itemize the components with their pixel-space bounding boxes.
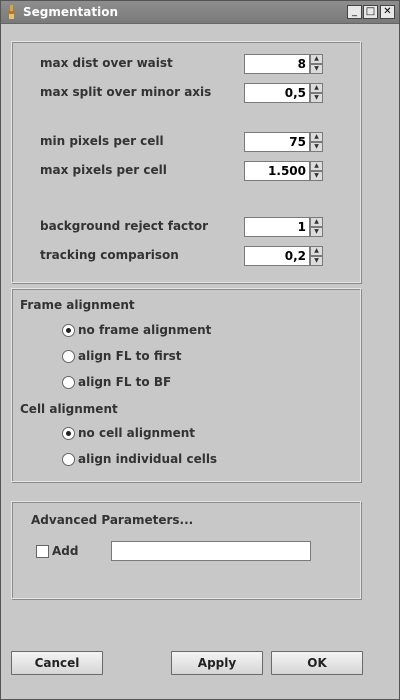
align-fl-to-bf-radio[interactable] [62, 376, 75, 389]
alignment-panel: Frame alignment no frame alignment align… [11, 288, 361, 482]
align-fl-to-first-label[interactable]: align FL to first [78, 349, 182, 363]
spinner-down-icon[interactable]: ▼ [310, 256, 323, 266]
spinner-down-icon[interactable]: ▼ [310, 64, 323, 74]
advanced-parameters-title[interactable]: Advanced Parameters... [31, 513, 193, 527]
spinner-up-icon[interactable]: ▲ [310, 83, 323, 93]
ok-button[interactable]: OK [271, 651, 363, 675]
min-pixels-per-cell-spinner[interactable]: ▲ ▼ [244, 132, 324, 152]
maximize-icon: □ [365, 6, 376, 17]
spinner-down-icon[interactable]: ▼ [310, 93, 323, 103]
no-frame-alignment-label[interactable]: no frame alignment [78, 323, 211, 337]
align-individual-cells-label[interactable]: align individual cells [78, 452, 217, 466]
align-fl-to-first-radio[interactable] [62, 350, 75, 363]
min-pixels-per-cell-input[interactable] [244, 132, 310, 152]
add-label[interactable]: Add [52, 544, 78, 558]
background-reject-factor-input[interactable] [244, 217, 310, 237]
maximize-button[interactable]: □ [363, 5, 378, 19]
tracking-comparison-spinner[interactable]: ▲ ▼ [244, 246, 324, 266]
cancel-button[interactable]: Cancel [11, 651, 103, 675]
apply-button[interactable]: Apply [171, 651, 263, 675]
add-parameter-input[interactable] [111, 541, 311, 561]
spinner-down-icon[interactable]: ▼ [310, 142, 323, 152]
add-checkbox[interactable] [36, 545, 49, 558]
close-button[interactable]: ✕ [380, 5, 395, 19]
frame-alignment-title: Frame alignment [20, 298, 135, 312]
app-icon [8, 5, 15, 19]
param-label-max-split-over-minor-axis: max split over minor axis [40, 85, 212, 99]
tracking-comparison-input[interactable] [244, 246, 310, 266]
spinner-up-icon[interactable]: ▲ [310, 217, 323, 227]
minimize-icon: _ [352, 6, 357, 17]
spinner-up-icon[interactable]: ▲ [310, 161, 323, 171]
param-label-tracking-comparison: tracking comparison [40, 248, 179, 262]
spinner-down-icon[interactable]: ▼ [310, 171, 323, 181]
max-dist-over-waist-input[interactable] [244, 54, 310, 74]
advanced-panel: Advanced Parameters... Add [11, 501, 361, 599]
parameters-panel: max dist over waist ▲ ▼ max split over m… [11, 41, 361, 283]
max-dist-over-waist-spinner[interactable]: ▲ ▼ [244, 54, 324, 74]
max-split-over-minor-axis-input[interactable] [244, 83, 310, 103]
spinner-down-icon[interactable]: ▼ [310, 227, 323, 237]
title-bar[interactable]: Segmentation _ □ ✕ [1, 1, 399, 24]
segmentation-window: Segmentation _ □ ✕ max dist over waist ▲… [0, 0, 400, 700]
param-label-min-pixels-per-cell: min pixels per cell [40, 134, 164, 148]
background-reject-factor-spinner[interactable]: ▲ ▼ [244, 217, 324, 237]
param-label-background-reject-factor: background reject factor [40, 219, 209, 233]
param-label-max-pixels-per-cell: max pixels per cell [40, 163, 167, 177]
spinner-up-icon[interactable]: ▲ [310, 132, 323, 142]
align-fl-to-bf-label[interactable]: align FL to BF [78, 375, 171, 389]
spinner-up-icon[interactable]: ▲ [310, 54, 323, 64]
no-frame-alignment-radio[interactable] [62, 324, 75, 337]
spinner-up-icon[interactable]: ▲ [310, 246, 323, 256]
no-cell-alignment-label[interactable]: no cell alignment [78, 426, 195, 440]
max-split-over-minor-axis-spinner[interactable]: ▲ ▼ [244, 83, 324, 103]
param-label-max-dist-over-waist: max dist over waist [40, 56, 173, 70]
no-cell-alignment-radio[interactable] [62, 427, 75, 440]
close-icon: ✕ [383, 6, 392, 17]
minimize-button[interactable]: _ [347, 5, 362, 19]
align-individual-cells-radio[interactable] [62, 453, 75, 466]
max-pixels-per-cell-input[interactable] [244, 161, 310, 181]
window-title: Segmentation [23, 5, 119, 19]
max-pixels-per-cell-spinner[interactable]: ▲ ▼ [244, 161, 324, 181]
cell-alignment-title: Cell alignment [20, 402, 118, 416]
